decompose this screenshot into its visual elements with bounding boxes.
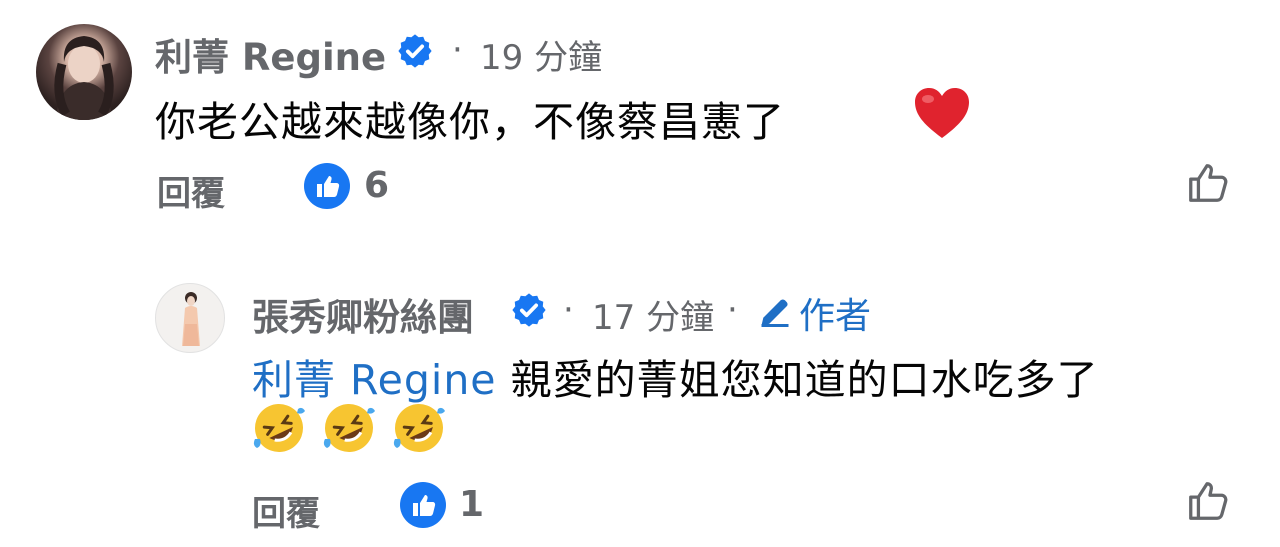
heart-emoji-icon (915, 88, 969, 138)
reply-author-avatar[interactable] (155, 283, 225, 353)
separator-dot: · (452, 30, 463, 70)
rolling-on-floor-laughing-emoji-icon (393, 404, 445, 452)
reply-author-name[interactable]: 張秀卿粉絲團 (252, 287, 474, 341)
like-reaction-icon[interactable] (304, 163, 350, 209)
avatar-figure (182, 292, 200, 346)
reply-timestamp[interactable]: 17 分鐘 (592, 290, 714, 339)
thumbs-up-outline-icon[interactable] (1185, 160, 1231, 206)
avatar-portrait (54, 36, 114, 120)
comment-timestamp[interactable]: 19 分鐘 (480, 30, 602, 79)
commenter-avatar[interactable] (36, 24, 132, 120)
reply-text: 利菁 Regine 親愛的菁姐您知道的口水吃多了 (252, 346, 1099, 406)
comment-text: 你老公越來越像你，不像蔡昌憲了 (155, 98, 785, 146)
emoji-row (252, 401, 446, 455)
reply-button[interactable]: 回覆 (252, 486, 320, 535)
separator-dot: · (563, 290, 574, 330)
verified-badge-icon (398, 34, 432, 68)
author-badge-label: 作者 (799, 296, 872, 337)
like-count: 6 (364, 165, 390, 206)
commenter-name[interactable]: 利菁 Regine (155, 27, 386, 81)
pencil-icon (761, 299, 789, 327)
rolling-on-floor-laughing-emoji-icon (253, 404, 305, 452)
like-reaction-icon[interactable] (400, 482, 446, 528)
verified-badge-icon (512, 293, 546, 327)
mention-link[interactable]: 利菁 Regine (252, 356, 497, 404)
thumbs-up-outline-icon[interactable] (1185, 478, 1231, 524)
reply-text-body: 親愛的菁姐您知道的口水吃多了 (510, 356, 1099, 404)
rolling-on-floor-laughing-emoji-icon (323, 404, 375, 452)
like-count: 1 (459, 484, 485, 525)
separator-dot: · (727, 290, 738, 330)
reply-button[interactable]: 回覆 (157, 166, 225, 215)
